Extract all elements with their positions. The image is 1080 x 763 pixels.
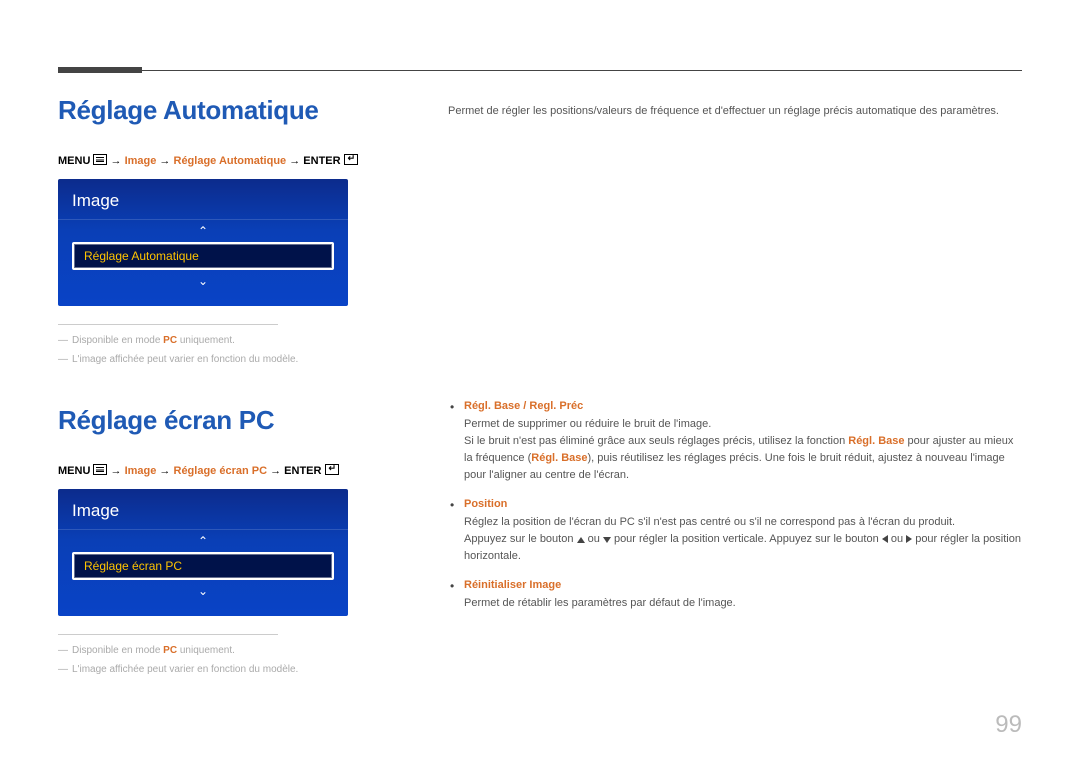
osd-panel-2: Image ⌃ Réglage écran PC ⌄	[58, 489, 348, 616]
enter-icon	[325, 464, 339, 475]
section-reglage-ecran-pc: Réglage écran PC MENU → Image → Réglage …	[58, 405, 428, 675]
menu-icon	[93, 464, 107, 475]
osd-selected-item[interactable]: Réglage écran PC	[72, 552, 334, 580]
nav-path1-item: Image	[125, 465, 157, 477]
heading-reglage-ecran-pc: Réglage écran PC	[58, 405, 428, 436]
nav-menu-label: MENU	[58, 465, 90, 477]
nav-enter-label: ENTER	[284, 465, 321, 477]
item-title: Position	[464, 498, 1022, 510]
footnote-pc-only: Disponible en mode PC uniquement.	[58, 645, 428, 656]
item-reinitialiser: Réinitialiser Image Permet de rétablir l…	[448, 579, 1022, 612]
footnote-image-varies: L'image affichée peut varier en fonction…	[58, 354, 428, 365]
osd-title: Image	[58, 499, 348, 530]
footnote-image-varies: L'image affichée peut varier en fonction…	[58, 664, 428, 675]
osd-down-arrow-icon[interactable]: ⌄	[72, 580, 334, 602]
heading-reglage-automatique: Réglage Automatique	[58, 95, 428, 126]
osd-up-arrow-icon[interactable]: ⌃	[72, 530, 334, 552]
osd-up-arrow-icon[interactable]: ⌃	[72, 220, 334, 242]
nav-path2-item: Réglage écran PC	[174, 465, 268, 477]
divider	[58, 324, 278, 325]
enter-icon	[344, 154, 358, 165]
left-column: Réglage Automatique MENU → Image → Régla…	[58, 95, 428, 683]
nav-path-1: MENU → Image → Réglage Automatique → ENT…	[58, 154, 428, 167]
footnote-pc-only: Disponible en mode PC uniquement.	[58, 335, 428, 346]
osd-panel-1: Image ⌃ Réglage Automatique ⌄	[58, 179, 348, 306]
nav-path-2: MENU → Image → Réglage écran PC → ENTER	[58, 464, 428, 477]
settings-list: Régl. Base / Regl. Préc Permet de suppri…	[448, 400, 1022, 612]
section1-description: Permet de régler les positions/valeurs d…	[448, 103, 1022, 120]
nav-enter-label: ENTER	[303, 155, 340, 167]
osd-title: Image	[58, 189, 348, 220]
nav-path2-item: Réglage Automatique	[174, 155, 287, 167]
menu-icon	[93, 154, 107, 165]
nav-menu-label: MENU	[58, 155, 90, 167]
item-body: Permet de rétablir les paramètres par dé…	[464, 595, 1022, 612]
page-top-rule	[58, 70, 1022, 71]
section-reglage-automatique: Réglage Automatique MENU → Image → Régla…	[58, 95, 428, 365]
item-body: Réglez la position de l'écran du PC s'il…	[464, 514, 1022, 565]
item-title: Régl. Base / Regl. Préc	[464, 400, 1022, 412]
triangle-down-icon	[603, 537, 611, 543]
item-position: Position Réglez la position de l'écran d…	[448, 498, 1022, 565]
page-number: 99	[995, 711, 1022, 739]
osd-selected-item[interactable]: Réglage Automatique	[72, 242, 334, 270]
osd-down-arrow-icon[interactable]: ⌄	[72, 270, 334, 292]
triangle-up-icon	[577, 537, 585, 543]
item-title: Réinitialiser Image	[464, 579, 1022, 591]
divider	[58, 634, 278, 635]
right-column: Permet de régler les positions/valeurs d…	[448, 95, 1022, 626]
item-body: Permet de supprimer ou réduire le bruit …	[464, 416, 1022, 484]
item-regl-base: Régl. Base / Regl. Préc Permet de suppri…	[448, 400, 1022, 484]
nav-path1-item: Image	[125, 155, 157, 167]
